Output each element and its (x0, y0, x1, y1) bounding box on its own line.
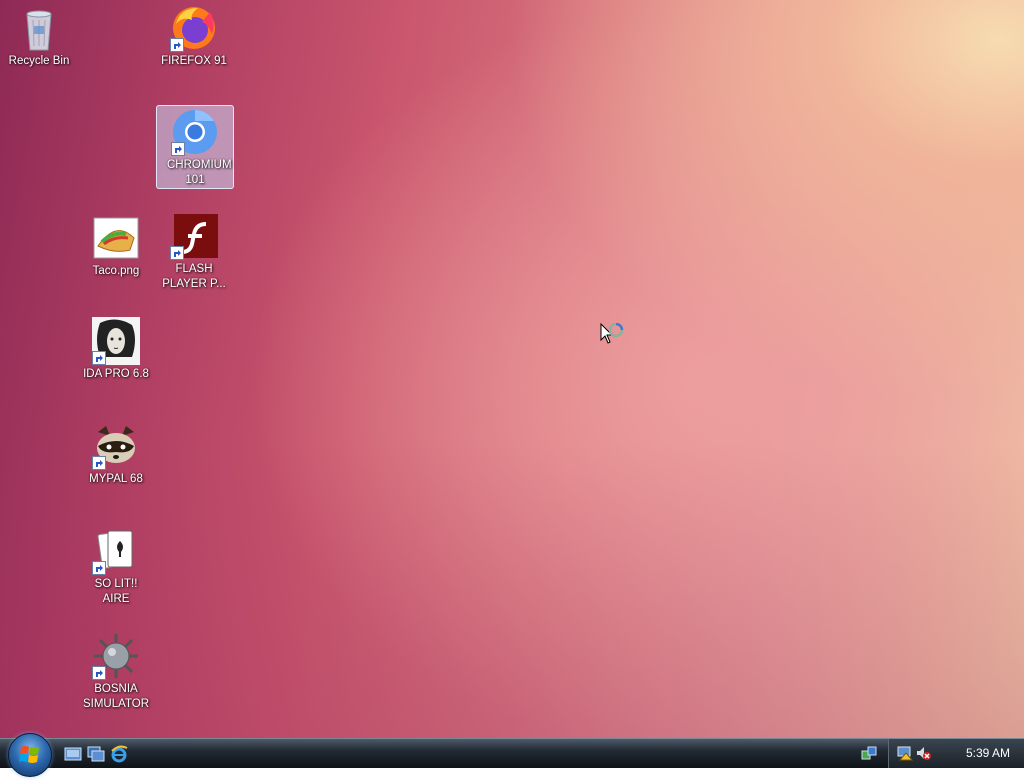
desktop-icon-mypal[interactable]: MYPAL 68 (78, 420, 154, 487)
network-icon[interactable] (861, 745, 877, 761)
show-desktop-icon[interactable] (64, 745, 82, 763)
internet-explorer-icon[interactable] (110, 745, 128, 763)
start-button[interactable] (8, 733, 52, 777)
desktop-icon-recycle-bin[interactable]: Recycle Bin (1, 2, 77, 69)
shortcut-arrow-icon (92, 351, 106, 365)
icon-label: Recycle Bin (8, 55, 70, 67)
system-tray: 5:39 AM (861, 739, 1024, 768)
taskbar: 5:39 AM (0, 733, 1024, 777)
busy-cursor-icon (600, 322, 626, 354)
network-alert-icon[interactable] (897, 745, 914, 761)
desktop-icon-flash-player[interactable]: FLASH PLAYER P... (156, 210, 232, 292)
icon-label: Taco.png (92, 265, 140, 277)
ida-pro-icon (92, 317, 140, 365)
icon-label: BOSNIA SIMULATOR (82, 683, 150, 710)
shortcut-arrow-icon (170, 38, 184, 52)
icon-label: MYPAL 68 (89, 473, 143, 485)
desktop[interactable]: Recycle Bin FIREFOX 91 CHROMIUM 101 Taco… (0, 0, 1024, 738)
firefox-icon (170, 4, 218, 52)
icon-label: SO LIT!! AIRE (94, 578, 138, 605)
shortcut-arrow-icon (170, 246, 184, 260)
solitaire-cards-icon (92, 527, 140, 575)
desktop-icon-taco[interactable]: Taco.png (78, 212, 154, 279)
mypal-raccoon-icon (92, 422, 140, 470)
flash-player-icon (170, 212, 218, 260)
desktop-icon-bosnia-simulator[interactable]: BOSNIA SIMULATOR (78, 630, 154, 712)
icon-label: CHROMIUM 101 (167, 159, 232, 186)
shortcut-arrow-icon (92, 561, 106, 575)
switch-windows-icon[interactable] (87, 745, 105, 763)
desktop-icon-firefox[interactable]: FIREFOX 91 (156, 2, 232, 69)
desktop-icon-ida-pro[interactable]: IDA PRO 6.8 (78, 315, 154, 382)
desktop-icon-chromium[interactable]: CHROMIUM 101 (156, 105, 234, 189)
taskbar-clock[interactable]: 5:39 AM (966, 746, 1010, 760)
taco-image-icon (92, 214, 140, 262)
volume-muted-icon[interactable] (915, 745, 931, 761)
recycle-bin-icon (15, 4, 63, 52)
shortcut-arrow-icon (171, 142, 185, 156)
shortcut-arrow-icon (92, 666, 106, 680)
windows-logo-icon (19, 746, 39, 763)
naval-mine-icon (92, 632, 140, 680)
icon-label: IDA PRO 6.8 (83, 368, 149, 380)
desktop-icon-solitaire[interactable]: SO LIT!! AIRE (78, 525, 154, 607)
icon-label: FLASH PLAYER P... (162, 263, 226, 290)
icon-label: FIREFOX 91 (161, 55, 227, 67)
shortcut-arrow-icon (92, 456, 106, 470)
chromium-icon (171, 108, 219, 156)
